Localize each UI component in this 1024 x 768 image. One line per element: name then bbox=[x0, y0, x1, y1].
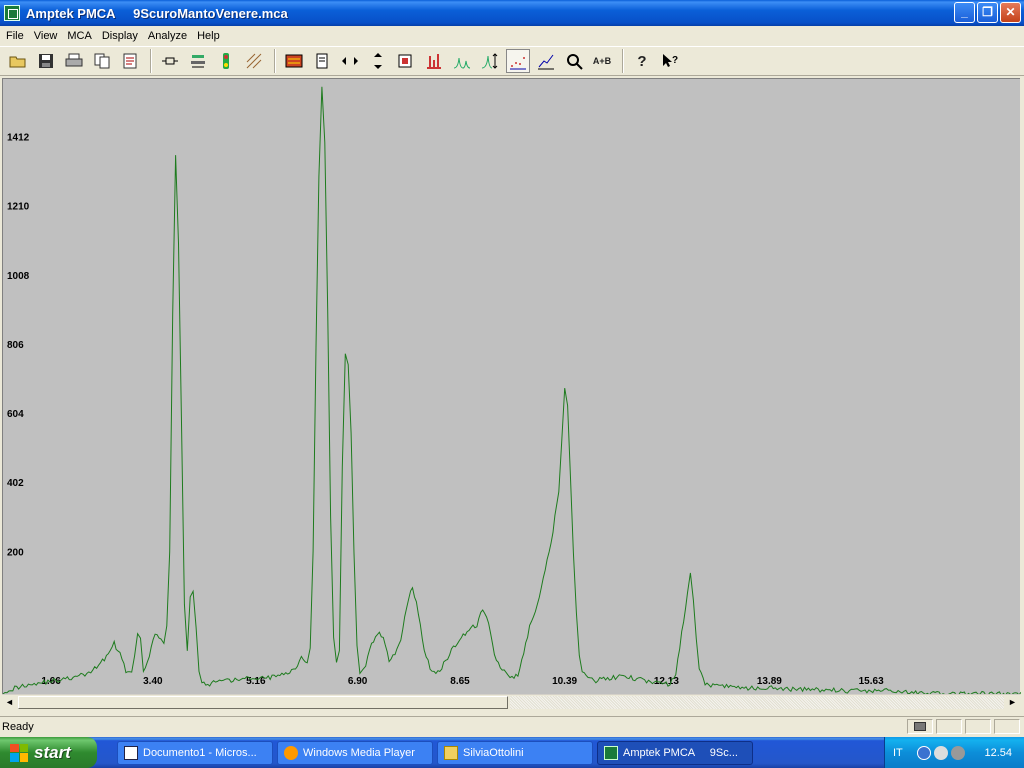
save-icon[interactable] bbox=[34, 49, 58, 73]
toolbar-separator bbox=[150, 49, 152, 73]
tray-arrow-icon[interactable] bbox=[916, 745, 931, 760]
autoscale-icon[interactable] bbox=[478, 49, 502, 73]
color-icon[interactable] bbox=[282, 49, 306, 73]
folder-icon bbox=[444, 745, 458, 760]
task-label: Documento1 - Micros... bbox=[143, 746, 257, 759]
task-label: Amptek PMCA 9Sc... bbox=[623, 746, 738, 759]
horizontal-scrollbar[interactable]: ◄ ► bbox=[2, 694, 1020, 710]
word-icon bbox=[124, 745, 138, 760]
start-label: start bbox=[34, 742, 71, 762]
toolbar-separator bbox=[274, 49, 276, 73]
close-button[interactable]: ✕ bbox=[1000, 2, 1021, 23]
print-icon[interactable] bbox=[62, 49, 86, 73]
compare-label: A+B bbox=[592, 56, 612, 66]
x-tick-label: 3.40 bbox=[143, 676, 163, 687]
spectrum-plot[interactable]: 1412 1210 1008 806 604 402 200 1.66 3.40 5.16 6.90… bbox=[2, 78, 1021, 695]
window-title: Amptek PMCA 9ScuroMantoVenere.mca bbox=[26, 5, 288, 21]
start-button[interactable]: start bbox=[0, 737, 97, 768]
network-icon[interactable] bbox=[933, 745, 948, 760]
task-label: Windows Media Player bbox=[303, 746, 415, 759]
menu-display[interactable]: Display bbox=[97, 30, 143, 42]
help-icon[interactable]: ? bbox=[630, 49, 654, 73]
y-tick-label: 1008 bbox=[7, 271, 30, 282]
settings-icon[interactable] bbox=[186, 49, 210, 73]
task-amptek-pmca[interactable]: Amptek PMCA 9Sc... bbox=[597, 740, 753, 765]
system-tray: IT 12.54 bbox=[884, 737, 1024, 768]
roi-icon[interactable] bbox=[214, 49, 238, 73]
menu-view[interactable]: View bbox=[29, 30, 63, 42]
points-icon[interactable] bbox=[506, 49, 530, 73]
status-bar: Ready bbox=[0, 716, 1024, 736]
task-word-document[interactable]: Documento1 - Micros... bbox=[117, 740, 273, 765]
context-help-icon[interactable]: ? bbox=[658, 49, 682, 73]
windows-flag-icon bbox=[10, 743, 28, 762]
volume-icon[interactable] bbox=[950, 745, 965, 760]
clock: 12.54 bbox=[984, 746, 1012, 759]
bar-icon[interactable] bbox=[422, 49, 446, 73]
menu-help[interactable]: Help bbox=[192, 30, 225, 42]
page-icon[interactable] bbox=[310, 49, 334, 73]
svg-text:?: ? bbox=[672, 55, 678, 66]
scroll-thumb[interactable] bbox=[18, 696, 508, 709]
menu-mca[interactable]: MCA bbox=[62, 30, 96, 42]
line-icon[interactable] bbox=[534, 49, 558, 73]
vertical-zoom-icon[interactable] bbox=[366, 49, 390, 73]
title-bar[interactable]: Amptek PMCA 9ScuroMantoVenere.mca _ ❐ ✕ bbox=[0, 0, 1024, 26]
device-icon bbox=[914, 722, 926, 731]
copy-icon[interactable] bbox=[90, 49, 114, 73]
minimize-button[interactable]: _ bbox=[954, 2, 975, 23]
acquire-icon[interactable] bbox=[158, 49, 182, 73]
taskbar: start Documento1 - Micros... Windows Med… bbox=[0, 737, 1024, 768]
y-tick-label: 1412 bbox=[7, 132, 30, 143]
status-pane-device bbox=[907, 719, 933, 734]
app-icon bbox=[604, 745, 618, 760]
app-icon[interactable] bbox=[4, 5, 20, 21]
compare-icon[interactable]: A+B bbox=[590, 49, 614, 73]
x-tick-label: 10.39 bbox=[552, 676, 577, 687]
y-tick-label: 402 bbox=[7, 478, 24, 489]
y-tick-label: 806 bbox=[7, 340, 24, 351]
x-tick-label: 6.90 bbox=[348, 676, 368, 687]
menu-bar: File View MCA Display Analyze Help bbox=[0, 26, 1024, 45]
x-tick-label: 15.63 bbox=[859, 676, 884, 687]
fit-icon[interactable] bbox=[394, 49, 418, 73]
status-message: Ready bbox=[2, 720, 34, 733]
y-tick-label: 200 bbox=[7, 547, 24, 558]
open-icon[interactable] bbox=[6, 49, 30, 73]
task-media-player[interactable]: Windows Media Player bbox=[277, 740, 433, 765]
status-pane bbox=[994, 719, 1020, 734]
language-indicator[interactable]: IT bbox=[893, 747, 903, 759]
toolbar-separator bbox=[622, 49, 624, 73]
y-tick-label: 1210 bbox=[7, 202, 30, 213]
spectrum-line bbox=[3, 86, 1021, 695]
status-pane bbox=[936, 719, 962, 734]
zoom-icon[interactable] bbox=[562, 49, 586, 73]
scroll-right-arrow-icon[interactable]: ► bbox=[1005, 695, 1020, 710]
toolbar: A+B ? ? bbox=[0, 46, 1024, 76]
report-icon[interactable] bbox=[118, 49, 142, 73]
x-tick-label: 13.89 bbox=[757, 676, 782, 687]
menu-file[interactable]: File bbox=[1, 30, 29, 42]
scroll-left-arrow-icon[interactable]: ◄ bbox=[2, 695, 17, 710]
maximize-button[interactable]: ❐ bbox=[977, 2, 998, 23]
task-folder[interactable]: SilviaOttolini bbox=[437, 740, 593, 765]
calibrate-icon[interactable] bbox=[242, 49, 266, 73]
menu-analyze[interactable]: Analyze bbox=[143, 30, 192, 42]
y-tick-label: 604 bbox=[7, 409, 24, 420]
status-pane bbox=[965, 719, 991, 734]
x-tick-label: 8.65 bbox=[450, 676, 470, 687]
media-player-icon bbox=[284, 745, 298, 760]
scroll-track[interactable] bbox=[510, 696, 1004, 709]
spectrum-chart[interactable]: 1412121010088066044022001.66 3.40 5.16 6.90… bbox=[3, 79, 1021, 695]
horizontal-zoom-icon[interactable] bbox=[338, 49, 362, 73]
task-label: SilviaOttolini bbox=[463, 746, 524, 759]
peak-icon[interactable] bbox=[450, 49, 474, 73]
